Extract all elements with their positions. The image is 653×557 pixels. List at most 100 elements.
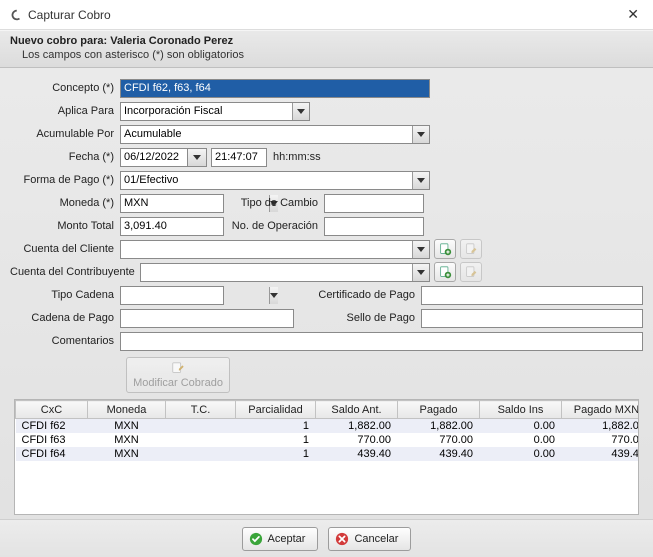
header-strip: Nuevo cobro para: Valeria Coronado Perez… [0,30,653,68]
aplica-combo[interactable] [120,102,310,121]
cell: CFDI f63 [16,433,88,447]
col-saldo-ant[interactable]: Saldo Ant. [316,401,398,419]
sello-pago-input[interactable] [421,309,643,328]
label-moneda: Moneda (*) [10,197,120,209]
cell: 0.00 [480,433,562,447]
col-saldo-ins[interactable]: Saldo Ins [480,401,562,419]
fecha-picker[interactable] [188,148,207,167]
forma-value[interactable] [121,172,412,189]
app-logo-icon [8,8,22,22]
cell: 0.00 [480,419,562,434]
no-oper-input[interactable] [324,217,424,236]
acumulable-value[interactable] [121,126,412,143]
cell: CFDI f62 [16,419,88,434]
forma-combo[interactable] [120,171,430,190]
cadena-pago-input[interactable] [120,309,294,328]
label-concepto: Concepto (*) [10,82,120,94]
label-fecha: Fecha (*) [10,151,120,163]
cell: 439.40 [398,447,480,461]
fecha-input[interactable] [120,148,188,167]
cta-contrib-edit-button [460,262,482,282]
cancelar-button[interactable]: Cancelar [328,527,411,551]
tipo-cadena-combo[interactable] [120,286,224,305]
edit-note-icon [171,361,185,375]
cell: 770.00 [562,433,640,447]
cell: 1 [236,419,316,434]
cell: 1 [236,447,316,461]
aplica-dropdown-icon[interactable] [292,103,309,120]
cert-pago-input[interactable] [421,286,643,305]
hora-input[interactable] [211,148,267,167]
cell: MXN [88,419,166,434]
cta-cliente-add-button[interactable] [434,239,456,259]
page-plus-icon [439,243,452,256]
tipo-cadena-dropdown-icon[interactable] [269,287,278,304]
col-cxc[interactable]: CxC [16,401,88,419]
header-line1: Nuevo cobro para: Valeria Coronado Perez [10,35,643,47]
cell: CFDI f64 [16,447,88,461]
cta-contrib-add-button[interactable] [434,262,456,282]
cell: 1,882.00 [562,419,640,434]
label-no-oper: No. de Operación [224,220,324,232]
moneda-combo[interactable] [120,194,224,213]
cancel-circle-icon [335,532,349,546]
cell [166,433,236,447]
footer: Aceptar Cancelar [0,519,653,557]
concepto-input[interactable] [120,79,430,98]
cell: 0.00 [480,447,562,461]
cell: MXN [88,447,166,461]
cta-cliente-combo[interactable] [120,240,430,259]
comentarios-input[interactable] [120,332,643,351]
label-tipo-cambio: Tipo de Cambio [224,197,324,209]
cell [166,419,236,434]
table-row[interactable]: CFDI f64 MXN 1 439.40 439.40 0.00 439.40 [16,447,640,461]
col-pagado[interactable]: Pagado [398,401,480,419]
label-monto: Monto Total [10,220,120,232]
label-hhmmss: hh:mm:ss [267,151,327,163]
header-line2: Los campos con asterisco (*) son obligat… [22,49,643,61]
label-cert-pago: Certificado de Pago [312,289,421,301]
cta-cliente-value[interactable] [121,241,412,258]
close-button[interactable]: ✕ [621,2,645,27]
aceptar-label: Aceptar [268,533,306,545]
table-row[interactable]: CFDI f63 MXN 1 770.00 770.00 0.00 770.00 [16,433,640,447]
label-sello-pago: Sello de Pago [341,312,422,324]
grid[interactable]: CxC Moneda T.C. Parcialidad Saldo Ant. P… [14,399,639,515]
header-prefix: Nuevo cobro para: [10,35,110,47]
label-comentarios: Comentarios [10,335,120,347]
cell: 770.00 [316,433,398,447]
forma-dropdown-icon[interactable] [412,172,429,189]
form-area: Concepto (*) Aplica Para Acumulable Por … [0,68,653,519]
label-acumulable: Acumulable Por [10,128,120,140]
cta-contrib-value[interactable] [141,264,412,281]
cta-contrib-dropdown-icon[interactable] [412,264,429,281]
table-row[interactable]: CFDI f62 MXN 1 1,882.00 1,882.00 0.00 1,… [16,419,640,434]
tipo-cambio-input[interactable] [324,194,424,213]
window-title: Capturar Cobro [28,8,621,22]
cta-cliente-dropdown-icon[interactable] [412,241,429,258]
calendar-dropdown-icon[interactable] [188,149,206,166]
label-cadena-pago: Cadena de Pago [10,312,120,324]
page-plus-icon [439,266,452,279]
cell: 1 [236,433,316,447]
cell: 1,882.00 [316,419,398,434]
cta-cliente-edit-button [460,239,482,259]
col-parcialidad[interactable]: Parcialidad [236,401,316,419]
acumulable-combo[interactable] [120,125,430,144]
acumulable-dropdown-icon[interactable] [412,126,429,143]
header-client-name: Valeria Coronado Perez [110,35,233,47]
cta-contrib-combo[interactable] [140,263,430,282]
tipo-cadena-value[interactable] [121,287,269,304]
label-aplica: Aplica Para [10,105,120,117]
aplica-value[interactable] [121,103,292,120]
col-tc[interactable]: T.C. [166,401,236,419]
aceptar-button[interactable]: Aceptar [242,527,319,551]
check-circle-icon [249,532,263,546]
col-moneda[interactable]: Moneda [88,401,166,419]
page-edit-icon [465,266,478,279]
grid-header-row: CxC Moneda T.C. Parcialidad Saldo Ant. P… [16,401,640,419]
col-pagado-mxn[interactable]: Pagado MXN [562,401,640,419]
cancelar-label: Cancelar [354,533,398,545]
monto-input[interactable] [120,217,224,236]
page-edit-icon [465,243,478,256]
